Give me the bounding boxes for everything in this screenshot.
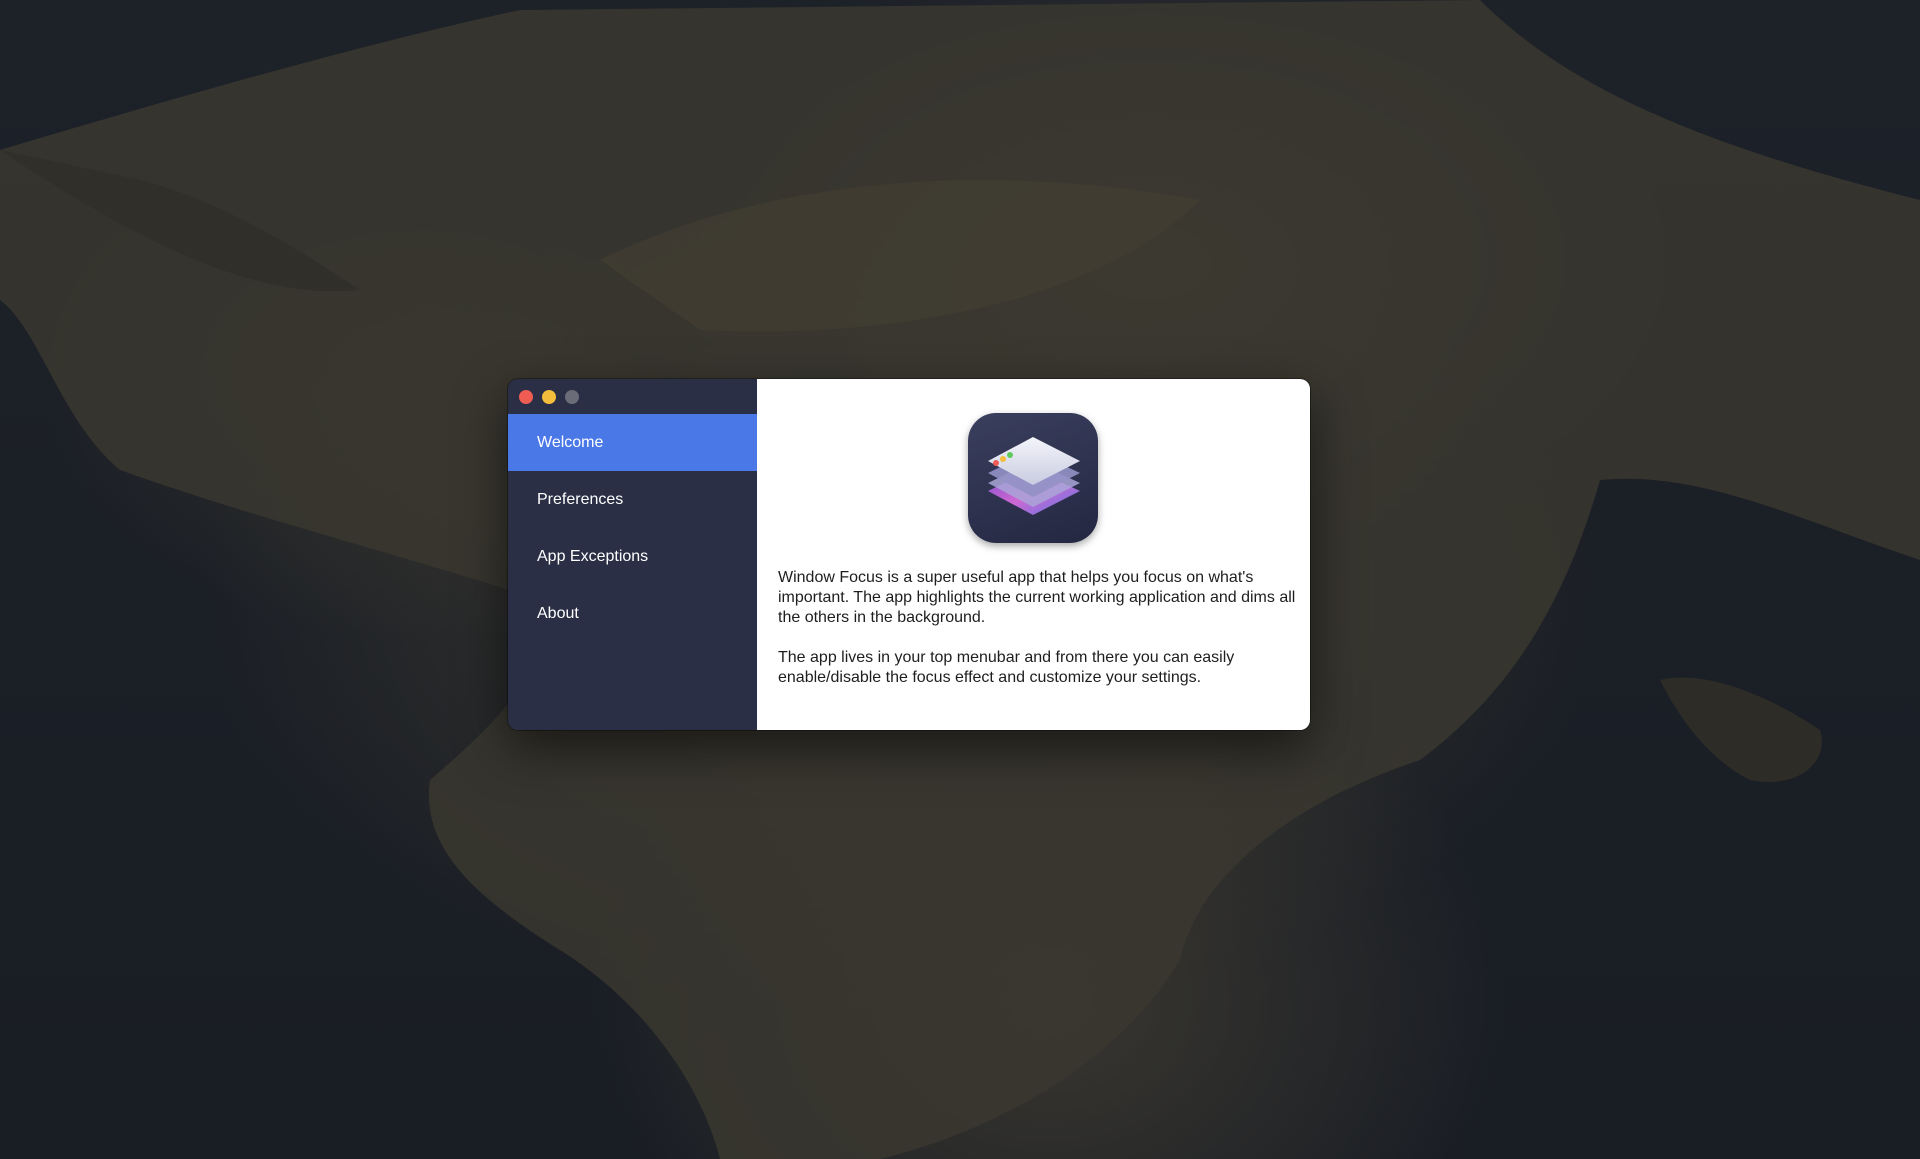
- sidebar-item-label: About: [537, 604, 579, 622]
- sidebar-item-label: Welcome: [537, 433, 604, 451]
- sidebar-item-preferences[interactable]: Preferences: [508, 471, 757, 528]
- layered-windows-app-icon: [968, 413, 1098, 543]
- sidebar: Welcome Preferences App Exceptions About: [508, 379, 757, 730]
- zoom-window-button[interactable]: [565, 389, 579, 404]
- sidebar-item-app-exceptions[interactable]: App Exceptions: [508, 528, 757, 585]
- minimize-window-button[interactable]: [542, 389, 556, 404]
- sidebar-item-welcome[interactable]: Welcome: [508, 414, 757, 471]
- sidebar-item-about[interactable]: About: [508, 585, 757, 642]
- welcome-pane: Window Focus is a super useful app that …: [757, 379, 1310, 730]
- window-controls: [508, 379, 757, 414]
- description-paragraph: The app lives in your top menubar and fr…: [778, 649, 1235, 686]
- app-window: Welcome Preferences App Exceptions About: [508, 379, 1310, 730]
- description-paragraph: Window Focus is a super useful app that …: [778, 569, 1296, 626]
- sidebar-nav: Welcome Preferences App Exceptions About: [508, 414, 757, 642]
- sidebar-item-label: App Exceptions: [537, 547, 649, 565]
- welcome-description: Window Focus is a super useful app that …: [778, 568, 1298, 688]
- close-window-button[interactable]: [519, 389, 533, 404]
- sidebar-item-label: Preferences: [537, 490, 624, 508]
